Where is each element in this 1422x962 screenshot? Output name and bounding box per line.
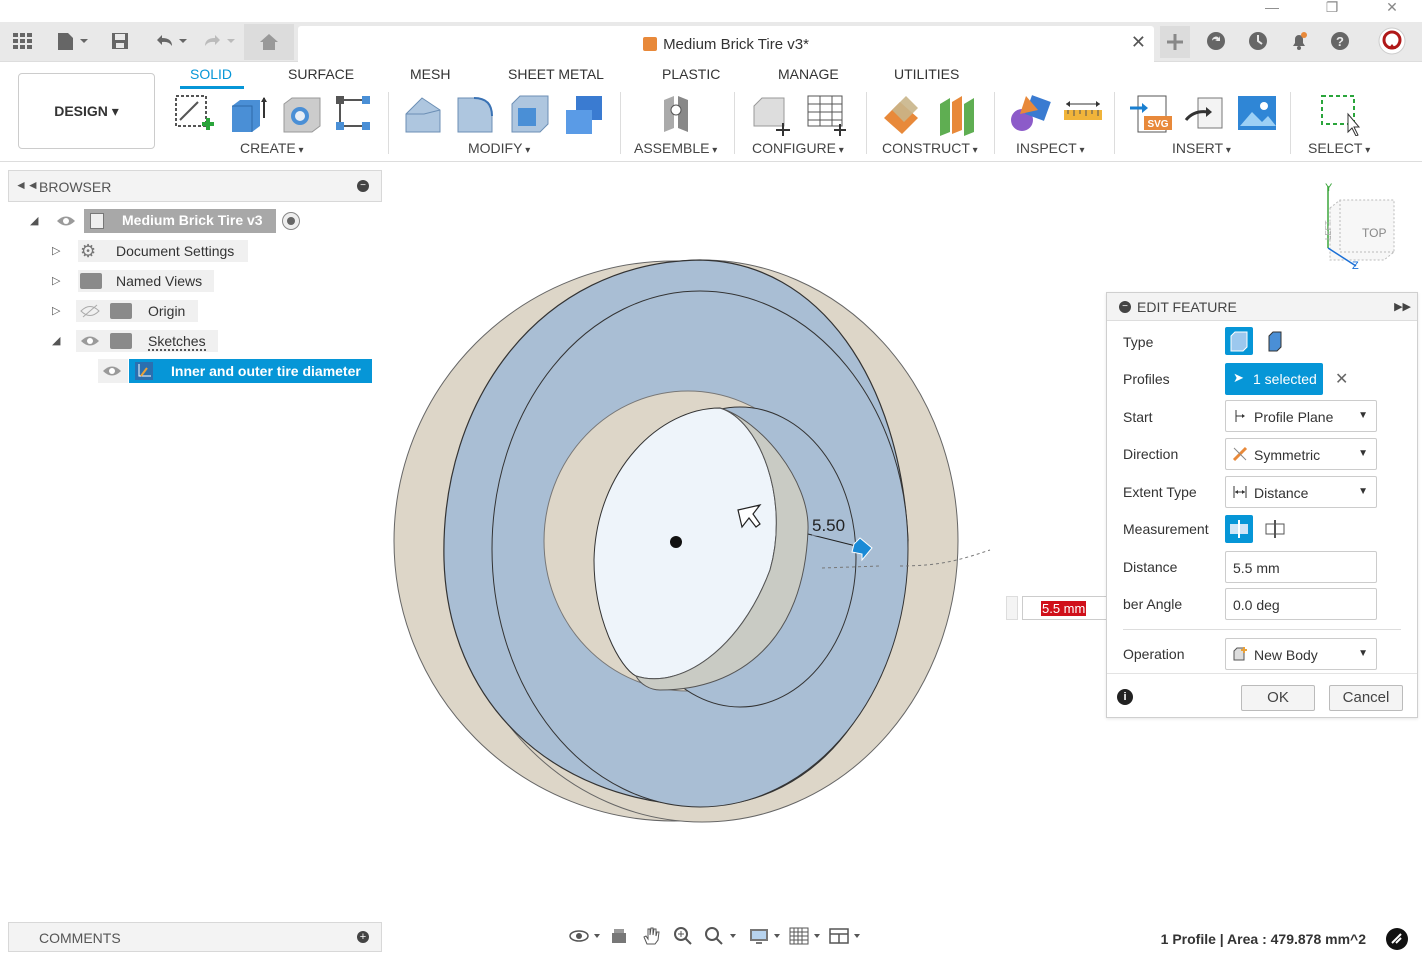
profiles-selection-value: 1 selected: [1253, 371, 1317, 387]
dropdown-arrow-icon: ▼: [1358, 448, 1368, 459]
add-comment-icon[interactable]: +: [357, 931, 369, 943]
profiles-label: Profiles: [1123, 371, 1170, 387]
dropdown-arrow-icon: ▼: [1358, 486, 1368, 497]
axis-y-label: Y: [1325, 182, 1333, 194]
extent-type-value: Distance: [1254, 485, 1309, 501]
distance-label: Distance: [1123, 559, 1178, 575]
taper-angle-label: ber Angle: [1123, 596, 1183, 612]
dropdown-arrow-icon: ▼: [1358, 648, 1368, 659]
symmetric-icon: [1232, 446, 1248, 462]
divider: [1123, 629, 1401, 630]
extent-type-dropdown[interactable]: Distance ▼: [1225, 476, 1377, 508]
extent-type-label: Extent Type: [1123, 484, 1197, 500]
measurement-option-2-button[interactable]: [1261, 515, 1289, 543]
comments-title: COMMENTS: [39, 930, 121, 946]
info-icon[interactable]: i: [1117, 689, 1133, 705]
orbit-icon[interactable]: [568, 926, 600, 946]
direction-label: Direction: [1123, 446, 1179, 462]
divider: [1107, 673, 1417, 674]
viewports-icon[interactable]: [828, 926, 864, 946]
zoom-window-icon[interactable]: [704, 926, 740, 946]
dialog-header: − EDIT FEATURE ▶▶: [1107, 293, 1417, 321]
distance-heads-up-input[interactable]: 5.5 mm: [1022, 596, 1108, 620]
dialog-title: EDIT FEATURE: [1137, 299, 1237, 315]
cancel-button[interactable]: Cancel: [1329, 685, 1403, 711]
profile-plane-icon: [1232, 408, 1248, 424]
start-label: Start: [1123, 409, 1153, 425]
grid-settings-icon[interactable]: [788, 926, 824, 946]
type-thin-button[interactable]: [1261, 327, 1289, 355]
measurement-label: Measurement: [1123, 521, 1209, 537]
distance-icon: [1232, 484, 1248, 500]
center-point: [670, 536, 682, 548]
axis-z-label: Z: [1352, 260, 1359, 272]
distance-input[interactable]: 5.5 mm: [1225, 551, 1377, 583]
profiles-selection-button[interactable]: ➤ 1 selected: [1225, 363, 1323, 395]
distance-heads-up-value: 5.5 mm: [1041, 601, 1087, 616]
dimension-label: 5.50: [812, 516, 846, 536]
direction-dropdown[interactable]: Symmetric ▼: [1225, 438, 1377, 470]
viewcube-top-face[interactable]: TOP: [1362, 226, 1386, 240]
status-indicator-icon[interactable]: [1386, 928, 1408, 950]
start-value: Profile Plane: [1254, 409, 1334, 425]
look-at-icon[interactable]: [608, 926, 630, 946]
navigation-toolbar: [566, 922, 862, 950]
comments-panel[interactable]: COMMENTS +: [8, 922, 382, 952]
pan-hand-icon[interactable]: [640, 926, 662, 946]
type-solid-button[interactable]: [1225, 327, 1253, 355]
clear-selection-icon[interactable]: ✕: [1335, 369, 1348, 389]
measurement-option-1-button[interactable]: [1225, 515, 1253, 543]
display-settings-icon[interactable]: [748, 926, 784, 946]
operation-label: Operation: [1123, 646, 1185, 662]
ok-button[interactable]: OK: [1241, 685, 1315, 711]
collapse-dialog-icon[interactable]: −: [1119, 301, 1131, 313]
direction-value: Symmetric: [1254, 447, 1321, 463]
operation-value: New Body: [1254, 647, 1318, 663]
pointer-icon: ➤: [1233, 370, 1244, 385]
edit-feature-dialog: − EDIT FEATURE ▶▶ Type Profiles ➤ 1 sele…: [1106, 292, 1418, 718]
start-dropdown[interactable]: Profile Plane ▼: [1225, 400, 1377, 432]
operation-dropdown[interactable]: New Body ▼: [1225, 638, 1377, 670]
svg-text:LEFT: LEFT: [1324, 220, 1333, 240]
new-body-icon: [1232, 646, 1248, 662]
input-grip-handle[interactable]: [1006, 596, 1018, 620]
dropdown-arrow-icon: ▼: [1358, 410, 1368, 421]
zoom-icon[interactable]: [672, 926, 694, 946]
view-cube[interactable]: LEFT Y Z TOP: [1318, 182, 1402, 274]
expand-dialog-icon[interactable]: ▶▶: [1394, 300, 1411, 313]
taper-angle-input[interactable]: 0.0 deg: [1225, 588, 1377, 620]
type-label: Type: [1123, 334, 1154, 350]
status-text: 1 Profile | Area : 479.878 mm^2: [1160, 931, 1366, 947]
